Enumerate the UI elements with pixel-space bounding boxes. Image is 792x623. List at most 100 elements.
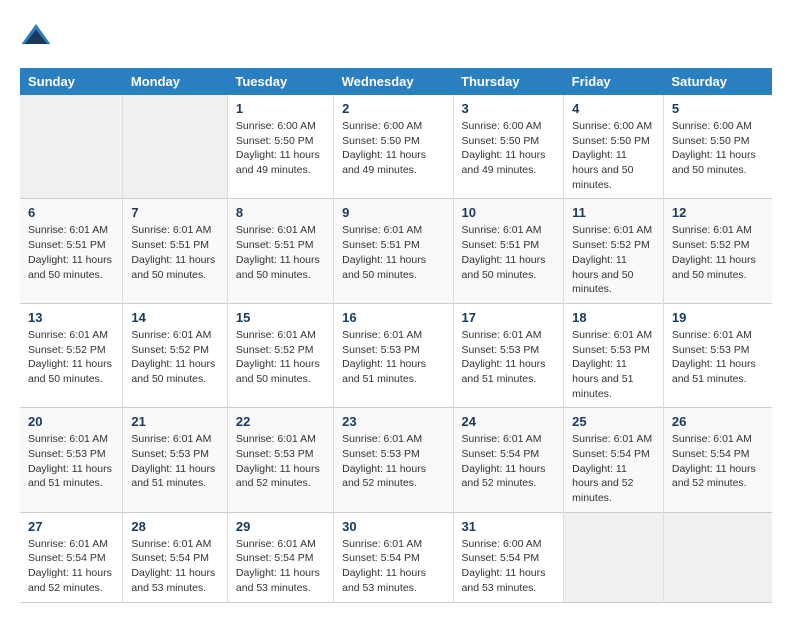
calendar-cell: 27Sunrise: 6:01 AM Sunset: 5:54 PM Dayli… [20, 512, 123, 602]
day-info: Sunrise: 6:01 AM Sunset: 5:51 PM Dayligh… [131, 223, 218, 282]
calendar-cell: 3 Sunrise: 6:00 AM Sunset: 5:50 PM Daylig… [453, 95, 564, 199]
calendar-cell: 31 Sunrise: 6:00 AM Sunset: 5:54 PM Dayli… [453, 512, 564, 602]
day-number: 10 [462, 205, 556, 220]
day-number: 6 [28, 205, 114, 220]
day-number: 12 [672, 205, 764, 220]
day-number: 13 [28, 310, 114, 325]
calendar-cell [663, 512, 772, 602]
day-number: 18 [572, 310, 655, 325]
day-info: Sunrise: 6:01 AM Sunset: 5:51 PM Dayligh… [236, 223, 325, 282]
day-number: 31 [462, 519, 556, 534]
day-number: 30 [342, 519, 444, 534]
calendar-week-row: 27Sunrise: 6:01 AM Sunset: 5:54 PM Dayli… [20, 512, 772, 602]
logo [20, 20, 54, 52]
day-info: Sunrise: 6:01 AM Sunset: 5:54 PM Dayligh… [236, 537, 325, 596]
calendar-week-row: 20 Sunrise: 6:01 AM Sunset: 5:53 PM Dayli… [20, 408, 772, 512]
day-info: Sunrise: 6:00 AM Sunset: 5:50 PM Dayligh… [342, 119, 444, 178]
calendar-cell: 10 Sunrise: 6:01 AM Sunset: 5:51 PM Dayli… [453, 199, 564, 303]
day-info: Sunrise: 6:01 AM Sunset: 5:51 PM Dayligh… [462, 223, 556, 282]
day-info: Sunrise: 6:00 AM Sunset: 5:50 PM Dayligh… [462, 119, 556, 178]
calendar-cell: 8 Sunrise: 6:01 AM Sunset: 5:51 PM Daylig… [227, 199, 333, 303]
calendar-cell: 22 Sunrise: 6:01 AM Sunset: 5:53 PM Dayli… [227, 408, 333, 512]
day-info: Sunrise: 6:01 AM Sunset: 5:53 PM Dayligh… [572, 328, 655, 401]
calendar-cell: 24Sunrise: 6:01 AM Sunset: 5:54 PM Dayli… [453, 408, 564, 512]
day-info: Sunrise: 6:01 AM Sunset: 5:53 PM Dayligh… [462, 328, 556, 387]
day-number: 8 [236, 205, 325, 220]
calendar-cell: 23 Sunrise: 6:01 AM Sunset: 5:53 PM Dayli… [334, 408, 453, 512]
day-number: 19 [672, 310, 764, 325]
calendar-cell: 29 Sunrise: 6:01 AM Sunset: 5:54 PM Dayli… [227, 512, 333, 602]
day-info: Sunrise: 6:00 AM Sunset: 5:50 PM Dayligh… [672, 119, 764, 178]
weekday-header: Sunday [20, 68, 123, 95]
day-number: 16 [342, 310, 444, 325]
day-number: 29 [236, 519, 325, 534]
day-number: 11 [572, 205, 655, 220]
day-info: Sunrise: 6:01 AM Sunset: 5:52 PM Dayligh… [572, 223, 655, 296]
day-number: 3 [462, 101, 556, 116]
weekday-header: Thursday [453, 68, 564, 95]
logo-icon [20, 20, 52, 52]
calendar-cell: 17Sunrise: 6:01 AM Sunset: 5:53 PM Dayli… [453, 303, 564, 407]
day-info: Sunrise: 6:01 AM Sunset: 5:53 PM Dayligh… [131, 432, 218, 491]
weekday-header: Monday [123, 68, 227, 95]
calendar-body: 1 Sunrise: 6:00 AM Sunset: 5:50 PM Daylig… [20, 95, 772, 602]
calendar-cell [20, 95, 123, 199]
calendar-cell: 7 Sunrise: 6:01 AM Sunset: 5:51 PM Daylig… [123, 199, 227, 303]
calendar-cell: 28Sunrise: 6:01 AM Sunset: 5:54 PM Dayli… [123, 512, 227, 602]
day-info: Sunrise: 6:01 AM Sunset: 5:54 PM Dayligh… [672, 432, 764, 491]
day-info: Sunrise: 6:01 AM Sunset: 5:53 PM Dayligh… [236, 432, 325, 491]
day-number: 14 [131, 310, 218, 325]
calendar-cell: 1 Sunrise: 6:00 AM Sunset: 5:50 PM Daylig… [227, 95, 333, 199]
calendar-cell: 30Sunrise: 6:01 AM Sunset: 5:54 PM Dayli… [334, 512, 453, 602]
calendar-cell: 25 Sunrise: 6:01 AM Sunset: 5:54 PM Dayli… [564, 408, 664, 512]
day-number: 21 [131, 414, 218, 429]
day-info: Sunrise: 6:01 AM Sunset: 5:54 PM Dayligh… [572, 432, 655, 505]
calendar-table: SundayMondayTuesdayWednesdayThursdayFrid… [20, 68, 772, 603]
calendar-cell: 20 Sunrise: 6:01 AM Sunset: 5:53 PM Dayli… [20, 408, 123, 512]
calendar-cell [564, 512, 664, 602]
calendar-cell: 11 Sunrise: 6:01 AM Sunset: 5:52 PM Dayli… [564, 199, 664, 303]
day-number: 4 [572, 101, 655, 116]
day-number: 25 [572, 414, 655, 429]
day-number: 22 [236, 414, 325, 429]
calendar-cell: 12Sunrise: 6:01 AM Sunset: 5:52 PM Dayli… [663, 199, 772, 303]
day-number: 28 [131, 519, 218, 534]
calendar-cell: 26Sunrise: 6:01 AM Sunset: 5:54 PM Dayli… [663, 408, 772, 512]
day-info: Sunrise: 6:01 AM Sunset: 5:54 PM Dayligh… [28, 537, 114, 596]
calendar-cell: 2 Sunrise: 6:00 AM Sunset: 5:50 PM Daylig… [334, 95, 453, 199]
weekday-header: Tuesday [227, 68, 333, 95]
day-number: 7 [131, 205, 218, 220]
day-info: Sunrise: 6:01 AM Sunset: 5:53 PM Dayligh… [342, 328, 444, 387]
weekday-header: Friday [564, 68, 664, 95]
day-info: Sunrise: 6:01 AM Sunset: 5:53 PM Dayligh… [342, 432, 444, 491]
day-number: 23 [342, 414, 444, 429]
calendar-cell: 15Sunrise: 6:01 AM Sunset: 5:52 PM Dayli… [227, 303, 333, 407]
calendar-cell [123, 95, 227, 199]
day-info: Sunrise: 6:00 AM Sunset: 5:50 PM Dayligh… [572, 119, 655, 192]
day-info: Sunrise: 6:00 AM Sunset: 5:50 PM Dayligh… [236, 119, 325, 178]
calendar-week-row: 13 Sunrise: 6:01 AM Sunset: 5:52 PM Dayli… [20, 303, 772, 407]
day-info: Sunrise: 6:01 AM Sunset: 5:52 PM Dayligh… [28, 328, 114, 387]
weekday-header: Saturday [663, 68, 772, 95]
weekday-header: Wednesday [334, 68, 453, 95]
calendar-cell: 16 Sunrise: 6:01 AM Sunset: 5:53 PM Dayli… [334, 303, 453, 407]
calendar-header: SundayMondayTuesdayWednesdayThursdayFrid… [20, 68, 772, 95]
day-info: Sunrise: 6:00 AM Sunset: 5:54 PM Dayligh… [462, 537, 556, 596]
calendar-cell: 4 Sunrise: 6:00 AM Sunset: 5:50 PM Daylig… [564, 95, 664, 199]
calendar-cell: 5Sunrise: 6:00 AM Sunset: 5:50 PM Daylig… [663, 95, 772, 199]
day-number: 9 [342, 205, 444, 220]
calendar-cell: 13 Sunrise: 6:01 AM Sunset: 5:52 PM Dayli… [20, 303, 123, 407]
calendar-cell: 14Sunrise: 6:01 AM Sunset: 5:52 PM Dayli… [123, 303, 227, 407]
day-number: 20 [28, 414, 114, 429]
day-info: Sunrise: 6:01 AM Sunset: 5:53 PM Dayligh… [672, 328, 764, 387]
day-number: 15 [236, 310, 325, 325]
calendar-cell: 18 Sunrise: 6:01 AM Sunset: 5:53 PM Dayli… [564, 303, 664, 407]
calendar-cell: 9Sunrise: 6:01 AM Sunset: 5:51 PM Daylig… [334, 199, 453, 303]
calendar-week-row: 1 Sunrise: 6:00 AM Sunset: 5:50 PM Daylig… [20, 95, 772, 199]
calendar-week-row: 6 Sunrise: 6:01 AM Sunset: 5:51 PM Daylig… [20, 199, 772, 303]
day-number: 1 [236, 101, 325, 116]
day-info: Sunrise: 6:01 AM Sunset: 5:54 PM Dayligh… [462, 432, 556, 491]
page-header [20, 20, 772, 52]
day-number: 2 [342, 101, 444, 116]
day-info: Sunrise: 6:01 AM Sunset: 5:53 PM Dayligh… [28, 432, 114, 491]
